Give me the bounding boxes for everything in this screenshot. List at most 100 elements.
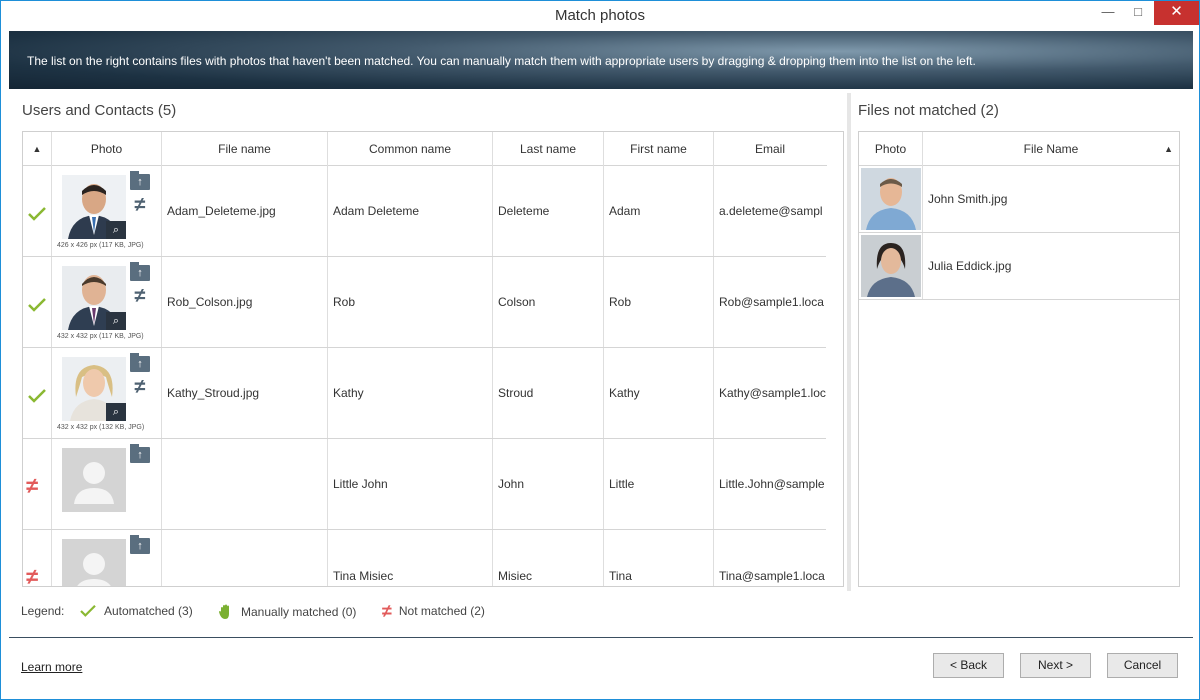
list-item[interactable]: John Smith.jpg	[859, 166, 1179, 233]
automatched-check-icon	[28, 389, 46, 403]
maximize-icon[interactable]: □	[1123, 1, 1153, 25]
zoom-icon[interactable]: ⌕	[106, 221, 126, 239]
user-photo[interactable]: ⌕	[62, 357, 126, 421]
common-name-column-header[interactable]: Common name	[328, 132, 493, 166]
not-matched-icon: ≠	[26, 564, 39, 587]
footer-divider	[9, 637, 1193, 638]
legend-label: Legend:	[21, 604, 65, 618]
panel-splitter[interactable]	[847, 93, 851, 591]
last-name-value: Colson	[498, 295, 536, 309]
zoom-icon[interactable]: ⌕	[106, 403, 126, 421]
files-grid-header: Photo File Name ▲	[859, 132, 1179, 166]
table-row[interactable]: ≠ ↑ Tina Misiec Misiec Tina Tina@sample1…	[23, 530, 826, 587]
placeholder-photo[interactable]	[62, 539, 126, 586]
last-name-column-header[interactable]: Last name	[493, 132, 604, 166]
file-photo[interactable]	[861, 235, 921, 297]
learn-more-link[interactable]: Learn more	[21, 660, 82, 674]
photo-cell[interactable]: ⌕ ↑ ≠ 432 x 432 px (117 KB, JPG)	[52, 257, 162, 347]
user-photo[interactable]: ⌕	[62, 266, 126, 330]
first-name-value: Little	[609, 477, 635, 491]
cancel-button[interactable]: Cancel	[1107, 653, 1178, 678]
file-photo[interactable]	[861, 168, 921, 230]
last-name-value: Misiec	[498, 568, 533, 583]
files-photo-column-header[interactable]: Photo	[859, 132, 923, 166]
not-matched-icon: ≠	[26, 473, 39, 498]
email-column-header[interactable]: Email	[714, 132, 826, 166]
automatched-check-icon	[28, 298, 46, 312]
first-name-value: Tina	[609, 568, 632, 583]
last-name-value: Stroud	[498, 386, 534, 400]
zoom-icon[interactable]: ⌕	[106, 312, 126, 330]
window-title: Match photos	[554, 7, 646, 24]
upload-folder-icon[interactable]: ↑	[130, 171, 150, 190]
file-name-column-header[interactable]: File name	[162, 132, 328, 166]
unmatch-icon[interactable]: ≠	[130, 195, 150, 215]
photo-cell[interactable]: ↑	[52, 530, 162, 586]
legend-automatched: Automatched (3)	[104, 604, 193, 618]
upload-folder-icon[interactable]: ↑	[130, 262, 150, 281]
sort-ascending-icon: ▲	[1164, 144, 1173, 154]
first-name-value: Kathy	[609, 386, 640, 400]
minimize-icon[interactable]: —	[1093, 1, 1123, 25]
match-photos-window: Match photos — □ ✕ The list on the right…	[0, 0, 1200, 700]
last-name-value: Deleteme	[498, 204, 550, 218]
photo-cell[interactable]: ↑	[52, 439, 162, 529]
legend-not-matched: Not matched (2)	[398, 604, 485, 618]
email-value: Kathy@sample1.loc	[719, 386, 826, 400]
photo-caption: 426 x 426 px (117 KB, JPG)	[57, 242, 144, 249]
file-name-value: Julia Eddick.jpg	[928, 259, 1012, 273]
photo-cell[interactable]: ⌕ ↑ ≠ 426 x 426 px (117 KB, JPG)	[52, 166, 162, 256]
table-row[interactable]: ⌕ ↑ ≠ 432 x 432 px (132 KB, JPG) Kathy_S…	[23, 348, 826, 439]
placeholder-photo[interactable]	[62, 448, 126, 512]
upload-folder-icon[interactable]: ↑	[130, 353, 150, 372]
photo-caption: 432 x 432 px (132 KB, JPG)	[57, 424, 145, 431]
table-row[interactable]: ≠ ↑ Little John John Little Little.John@…	[23, 439, 826, 530]
back-button[interactable]: < Back	[933, 653, 1004, 678]
users-grid-header: ▲ Photo File name Common name Last name …	[23, 132, 827, 166]
common-name-value: Kathy	[333, 386, 364, 400]
email-value: Tina@sample1.loca	[719, 568, 825, 583]
file-name-value: John Smith.jpg	[928, 192, 1008, 206]
files-grid: Photo File Name ▲ John Smith.jpg Julia E…	[858, 131, 1180, 587]
unmatch-icon[interactable]: ≠	[130, 377, 150, 397]
title-bar: Match photos	[1, 1, 1199, 31]
automatched-check-icon	[80, 604, 96, 617]
file-name-value: Rob_Colson.jpg	[167, 295, 253, 309]
user-photo[interactable]: ⌕	[62, 175, 126, 239]
photo-column-header[interactable]: Photo	[52, 132, 162, 166]
unmatch-icon[interactable]: ≠	[130, 286, 150, 306]
table-row[interactable]: ⌕ ↑ ≠ 432 x 432 px (117 KB, JPG) Rob_Col…	[23, 257, 826, 348]
users-grid: ▲ Photo File name Common name Last name …	[22, 131, 844, 587]
instructions-banner: The list on the right contains files wit…	[9, 31, 1193, 89]
common-name-value: Tina Misiec	[333, 568, 394, 583]
instructions-text: The list on the right contains files wit…	[27, 54, 976, 68]
files-name-column-header[interactable]: File Name ▲	[923, 132, 1179, 166]
file-name-value: Kathy_Stroud.jpg	[167, 386, 260, 400]
common-name-value: Rob	[333, 295, 356, 309]
sort-column-header[interactable]: ▲	[23, 132, 52, 166]
legend-manual: Manually matched (0)	[241, 605, 357, 619]
common-name-value: Little John	[333, 477, 388, 491]
automatched-check-icon	[28, 207, 46, 221]
upload-folder-icon[interactable]: ↑	[130, 444, 150, 463]
file-name-value: Adam_Deleteme.jpg	[167, 204, 276, 218]
users-panel-title: Users and Contacts (5)	[22, 102, 177, 119]
close-icon[interactable]: ✕	[1154, 1, 1199, 25]
not-matched-icon: ≠	[382, 601, 392, 621]
hand-icon	[219, 604, 229, 619]
next-button[interactable]: Next >	[1020, 653, 1091, 678]
first-name-column-header[interactable]: First name	[604, 132, 714, 166]
last-name-value: John	[498, 477, 525, 491]
email-value: a.deleteme@sampl	[719, 204, 823, 218]
table-row[interactable]: ⌕ ↑ ≠ 426 x 426 px (117 KB, JPG) Adam_De…	[23, 166, 826, 257]
first-name-value: Adam	[609, 204, 641, 218]
common-name-value: Adam Deleteme	[333, 204, 420, 218]
photo-caption: 432 x 432 px (117 KB, JPG)	[57, 333, 144, 340]
email-value: Little.John@sample	[719, 477, 825, 491]
email-value: Rob@sample1.loca	[719, 295, 824, 309]
first-name-value: Rob	[609, 295, 632, 309]
photo-cell[interactable]: ⌕ ↑ ≠ 432 x 432 px (132 KB, JPG)	[52, 348, 162, 438]
files-name-header-label: File Name	[1023, 142, 1079, 156]
list-item[interactable]: Julia Eddick.jpg	[859, 233, 1179, 300]
upload-folder-icon[interactable]: ↑	[130, 535, 150, 554]
